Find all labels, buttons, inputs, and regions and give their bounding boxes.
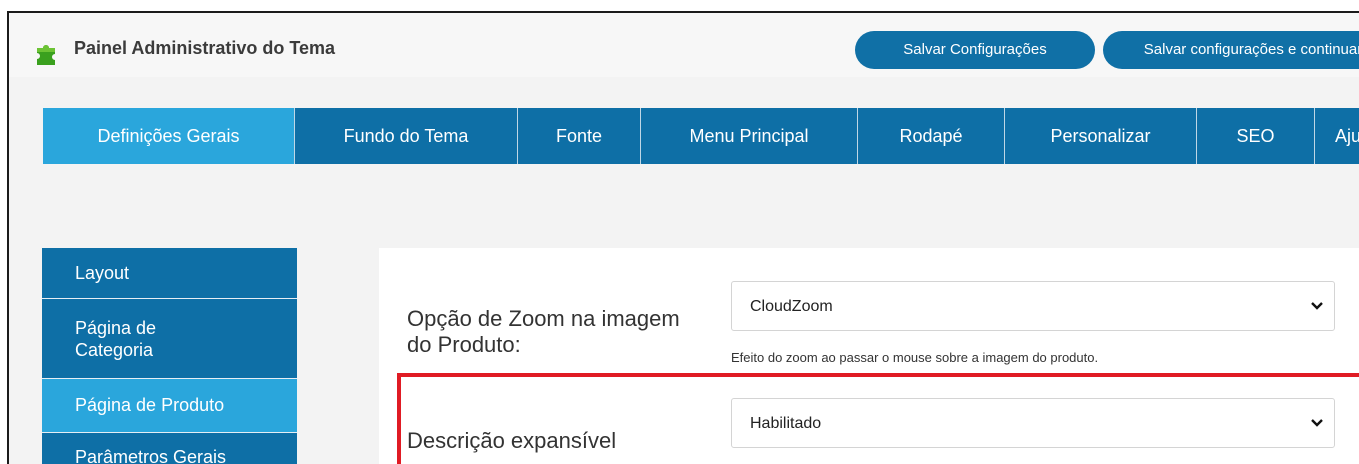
sidebar-item-pagina-de-produto[interactable]: Página de Produto xyxy=(42,379,297,433)
tab-personalizar[interactable]: Personalizar xyxy=(1005,108,1197,164)
tab-definicoes-gerais[interactable]: Definições Gerais xyxy=(43,108,295,164)
sidebar: Layout Página de Categoria Página de Pro… xyxy=(42,248,297,464)
sidebar-item-label: Parâmetros Gerais xyxy=(75,447,227,464)
highlight-box xyxy=(397,373,1359,464)
tab-fonte[interactable]: Fonte xyxy=(518,108,641,164)
zoom-option-value: CloudZoom xyxy=(750,298,833,315)
chevron-down-icon xyxy=(1311,302,1323,310)
tab-fundo-do-tema[interactable]: Fundo do Tema xyxy=(295,108,518,164)
sidebar-item-label: Página de Categoria xyxy=(75,317,157,360)
admin-window: Painel Administrativo do Tema Salvar Con… xyxy=(7,11,1359,464)
tab-menu-principal[interactable]: Menu Principal xyxy=(641,108,858,164)
save-settings-button[interactable]: Salvar Configurações xyxy=(855,31,1095,69)
sidebar-item-label: Layout xyxy=(75,262,130,283)
tab-ajuda[interactable]: Ajuda xyxy=(1315,108,1359,164)
puzzle-piece-icon xyxy=(37,45,55,65)
header-bar: Painel Administrativo do Tema Salvar Con… xyxy=(9,13,1359,77)
main-tabs: Definições Gerais Fundo do Tema Fonte Me… xyxy=(43,108,1359,164)
save-and-continue-button[interactable]: Salvar configurações e continuar xyxy=(1103,31,1359,69)
sidebar-item-label: Página de Produto xyxy=(75,395,225,415)
zoom-option-label: Opção de Zoom na imagem do Produto: xyxy=(407,306,680,357)
zoom-option-help: Efeito do zoom ao passar o mouse sobre a… xyxy=(731,350,1099,365)
sidebar-item-layout[interactable]: Layout xyxy=(42,248,297,299)
zoom-option-select[interactable]: CloudZoom xyxy=(731,281,1335,331)
tab-rodape[interactable]: Rodapé xyxy=(858,108,1005,164)
sidebar-item-parametros-gerais[interactable]: Parâmetros Gerais xyxy=(42,433,297,464)
sidebar-item-pagina-de-categoria[interactable]: Página de Categoria xyxy=(42,299,297,379)
page-title: Painel Administrativo do Tema xyxy=(74,38,336,58)
tab-seo[interactable]: SEO xyxy=(1197,108,1315,164)
